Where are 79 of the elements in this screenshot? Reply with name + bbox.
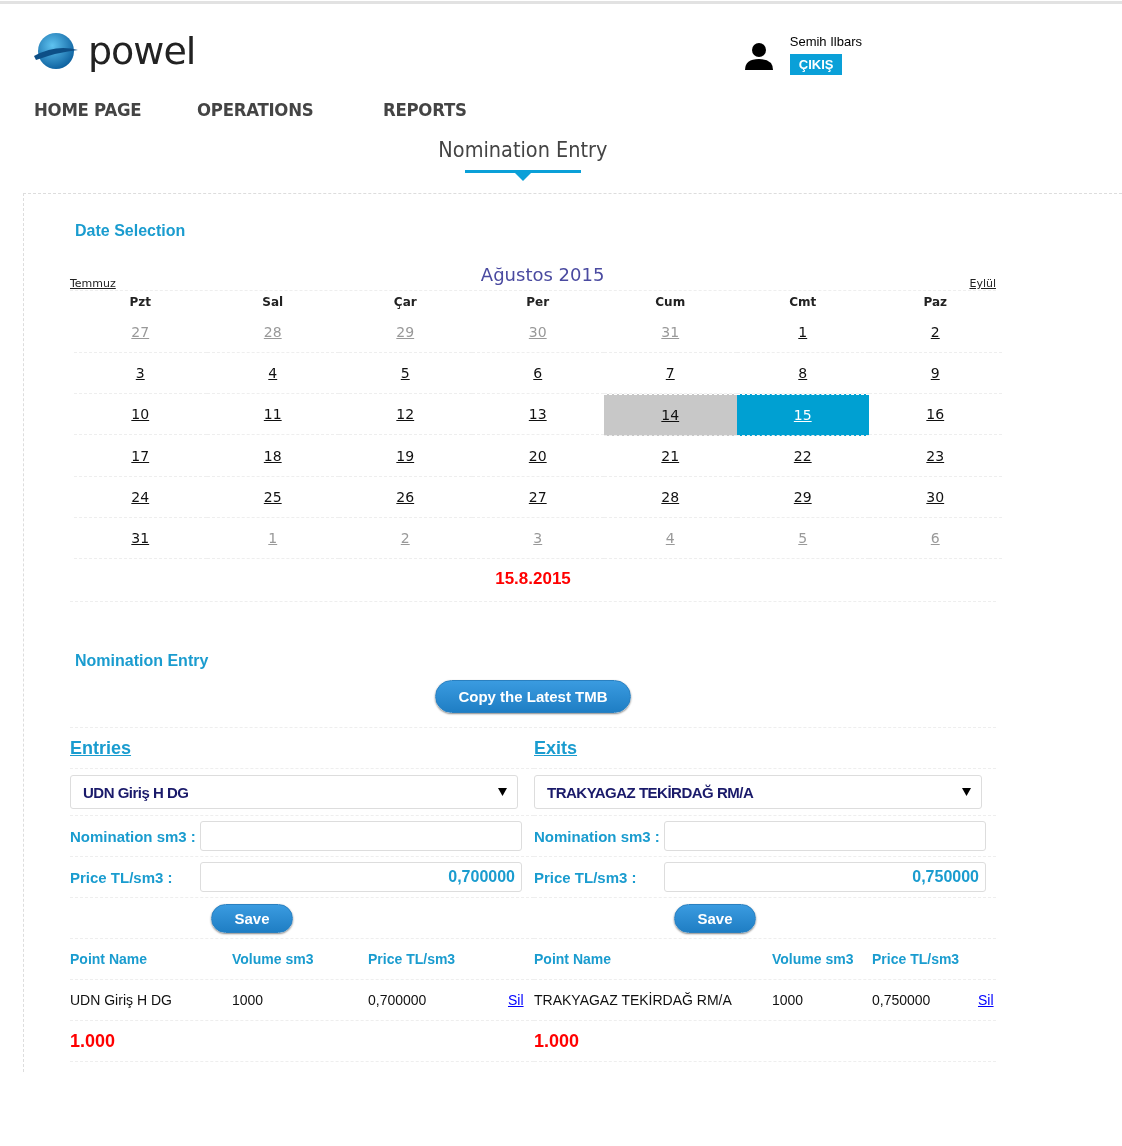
day-link[interactable]: 21 [661, 448, 680, 464]
day-link[interactable]: 31 [131, 530, 150, 546]
copy-button[interactable]: Copy the Latest TMB [435, 680, 631, 713]
day-link[interactable]: 8 [798, 365, 808, 381]
save-button[interactable]: Save [211, 903, 293, 933]
day-link[interactable]: 7 [665, 365, 675, 381]
day-link[interactable]: 19 [396, 448, 415, 464]
save-button[interactable]: Save [674, 903, 756, 933]
table-cell-text: UDN Giriş H DG [70, 992, 173, 1008]
day-link[interactable]: 13 [528, 406, 547, 422]
weekday-label: Paz [922, 294, 949, 311]
total-value: 1.000 [534, 1030, 580, 1052]
day-link[interactable]: 14 [661, 407, 680, 423]
day-link[interactable]: 11 [263, 406, 282, 422]
weekday-label: Per [525, 294, 551, 311]
day-link[interactable]: 23 [926, 448, 945, 464]
point-dropdown[interactable]: TRAKYAGAZ TEKİRDAĞ RM/A [534, 775, 982, 809]
column-header: Point Name [70, 951, 148, 967]
table-cell-text: 1000 [232, 992, 265, 1008]
day-link[interactable]: 9 [930, 365, 940, 381]
section-heading: Date Selection [74, 222, 187, 240]
day-link[interactable]: 20 [528, 448, 547, 464]
prev-month-link[interactable]: Temmuz [70, 277, 116, 290]
table-cell-text: 0,750000 [872, 992, 932, 1008]
field-label: Nomination sm3 : [70, 827, 196, 845]
table-cell-text: TRAKYAGAZ TEKİRDAĞ RM/A [534, 992, 733, 1008]
field-label: Price TL/sm3 : [534, 868, 638, 886]
user-name: Semih Ilbars [789, 34, 862, 49]
field-label: Nomination sm3 : [534, 827, 660, 845]
day-link[interactable]: 30 [926, 489, 945, 505]
column-header: Point Name [534, 951, 612, 967]
nomination-input[interactable] [664, 821, 986, 851]
day-link[interactable]: 26 [396, 489, 415, 505]
day-link[interactable]: 1 [798, 324, 808, 340]
weekday-label: Pzt [128, 294, 152, 311]
day-link[interactable]: 28 [661, 489, 680, 505]
day-link[interactable]: 6 [533, 365, 543, 381]
day-link[interactable]: 17 [131, 448, 150, 464]
section-heading: Nomination Entry [74, 652, 210, 670]
delete-link[interactable]: Sil [978, 992, 994, 1008]
table-cell-text: 0,700000 [368, 992, 428, 1008]
page-title: Nomination Entry [438, 138, 608, 162]
user-icon [743, 42, 774, 70]
day-link[interactable]: 16 [926, 406, 945, 422]
day-link[interactable]: 24 [131, 489, 150, 505]
day-link[interactable]: 29 [793, 489, 812, 505]
day-link[interactable]: 4 [268, 365, 278, 381]
dropdown-arrow-icon [498, 788, 507, 796]
dropdown-arrow-icon [962, 788, 971, 796]
total-value: 1.000 [70, 1030, 116, 1052]
column-header: Price TL/sm3 [368, 951, 456, 967]
weekday-label: Çar [392, 294, 418, 311]
column-header: Volume sm3 [232, 951, 315, 967]
delete-link[interactable]: Sil [508, 992, 524, 1008]
weekday-label: Cmt [788, 294, 818, 311]
column-header: Volume sm3 [772, 951, 855, 967]
weekday-label: Sal [261, 294, 285, 311]
day-link[interactable]: 5 [400, 365, 410, 381]
table-cell-text: 1000 [772, 992, 805, 1008]
day-link[interactable]: 3 [135, 365, 145, 381]
column-header: Price TL/sm3 [872, 951, 960, 967]
day-link[interactable]: 18 [263, 448, 282, 464]
logo-text: powel [88, 29, 196, 73]
day-link[interactable]: 22 [793, 448, 812, 464]
month-title: Ağustos 2015 [480, 264, 605, 285]
day-link[interactable]: 25 [263, 489, 282, 505]
day-link[interactable]: 12 [396, 406, 415, 422]
nav-link[interactable]: OPERATIONS [196, 98, 314, 120]
point-dropdown[interactable]: UDN Giriş H DG [70, 775, 518, 809]
day-link[interactable]: 2 [930, 324, 940, 340]
selected-date: 15.8.2015 [70, 559, 996, 602]
weekday-label: Cum [654, 294, 687, 311]
next-month-link[interactable]: Eylül [969, 277, 996, 290]
nav-link[interactable]: REPORTS [383, 98, 467, 120]
nav-link[interactable]: HOME PAGE [34, 98, 142, 120]
day-link[interactable]: 27 [528, 489, 547, 505]
day-link[interactable]: 10 [131, 406, 150, 422]
nomination-input[interactable] [200, 821, 522, 851]
field-label: Price TL/sm3 : [70, 868, 174, 886]
